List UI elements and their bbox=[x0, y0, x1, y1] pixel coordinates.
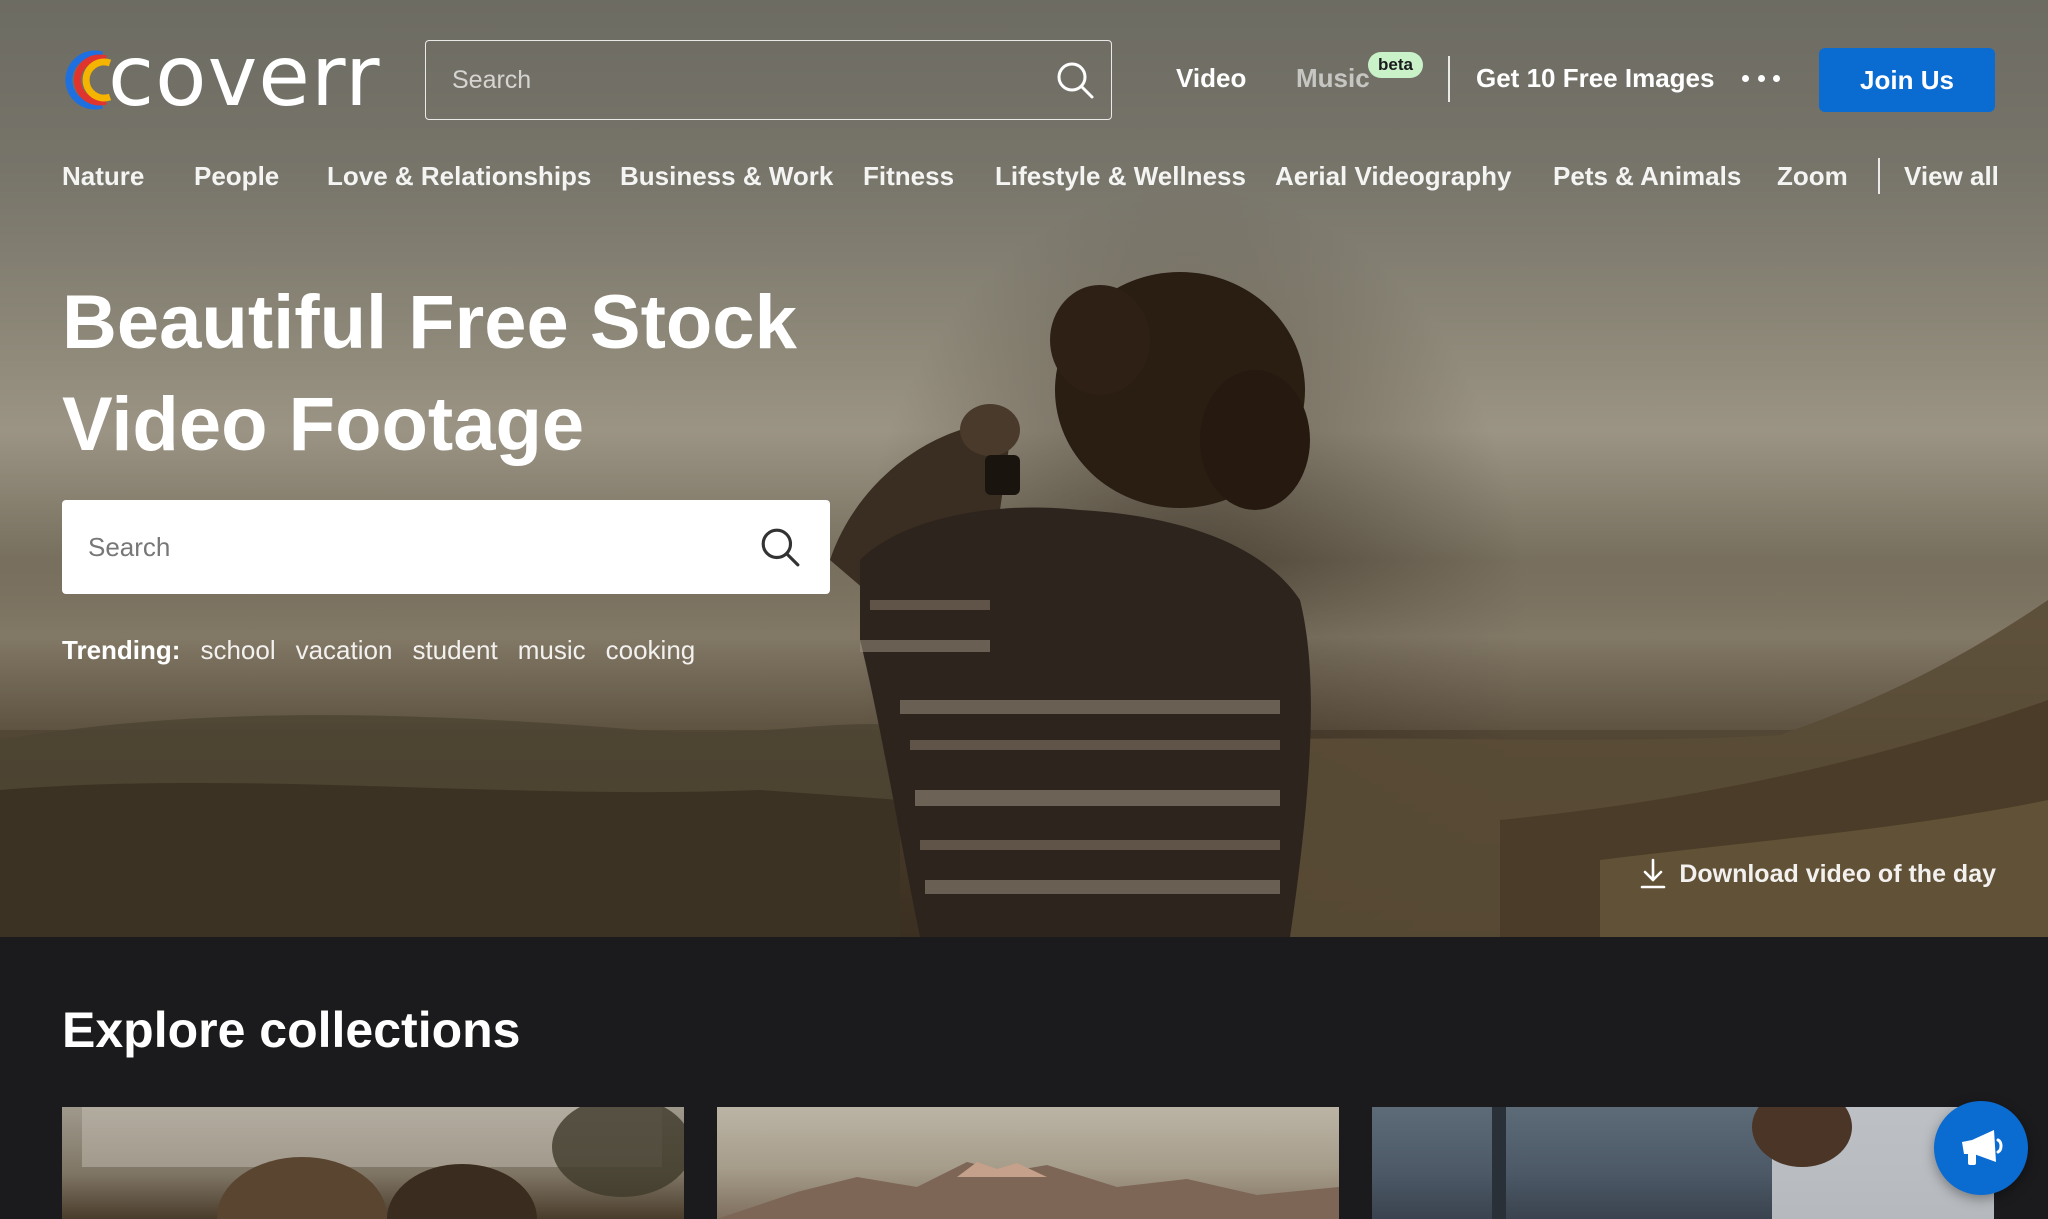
coverr-logo[interactable]: coverr bbox=[62, 34, 381, 120]
hero-title: Beautiful Free Stock Video Footage bbox=[62, 272, 797, 476]
trend-tag-student[interactable]: student bbox=[412, 632, 497, 668]
trending-label: Trending: bbox=[62, 635, 181, 665]
download-video-of-day[interactable]: Download video of the day bbox=[1639, 856, 1996, 892]
megaphone-icon bbox=[1962, 1130, 2003, 1165]
collection-thumbnail bbox=[717, 1162, 1339, 1219]
category-pets-animals[interactable]: Pets & Animals bbox=[1553, 158, 1741, 194]
category-nav: Nature People Love & Relationships Busin… bbox=[62, 158, 1999, 194]
search-icon bbox=[1057, 62, 1094, 99]
nav-divider bbox=[1448, 56, 1450, 102]
category-view-all[interactable]: View all bbox=[1904, 158, 1999, 194]
hero-search-input[interactable] bbox=[62, 531, 730, 563]
nav-music[interactable]: Music bbox=[1296, 60, 1370, 96]
hero-search-button[interactable] bbox=[730, 502, 830, 592]
collection-card[interactable] bbox=[717, 1107, 1339, 1219]
collection-card[interactable] bbox=[1372, 1107, 1994, 1219]
header-search bbox=[425, 40, 1112, 120]
join-us-button[interactable]: Join Us bbox=[1819, 48, 1995, 112]
collections-grid bbox=[62, 1107, 1996, 1219]
category-aerial-videography[interactable]: Aerial Videography bbox=[1275, 158, 1512, 194]
download-icon bbox=[1641, 858, 1666, 889]
hero-search bbox=[62, 500, 830, 594]
hero-title-line2: Video Footage bbox=[62, 382, 585, 467]
category-divider bbox=[1878, 158, 1880, 194]
hero-title-line1: Beautiful Free Stock bbox=[62, 280, 797, 365]
trend-tag-music[interactable]: music bbox=[518, 632, 586, 668]
explore-title: Explore collections bbox=[62, 1002, 521, 1058]
more-dots-icon[interactable] bbox=[1742, 60, 1780, 96]
collection-card[interactable] bbox=[62, 1107, 684, 1219]
category-lifestyle-wellness[interactable]: Lifestyle & Wellness bbox=[995, 158, 1246, 194]
nav-free-images[interactable]: Get 10 Free Images bbox=[1476, 60, 1714, 96]
logo-text: coverr bbox=[108, 27, 381, 125]
header-search-input[interactable] bbox=[426, 65, 1039, 95]
category-nature[interactable]: Nature bbox=[62, 158, 144, 194]
collection-thumbnail bbox=[82, 1107, 684, 1219]
trending-tags: Trending: school vacation student music … bbox=[62, 632, 715, 668]
category-business-work[interactable]: Business & Work bbox=[620, 158, 833, 194]
category-love-relationships[interactable]: Love & Relationships bbox=[327, 158, 591, 194]
nav-video[interactable]: Video bbox=[1176, 60, 1246, 96]
search-icon bbox=[761, 528, 800, 567]
trend-tag-school[interactable]: school bbox=[200, 632, 275, 668]
trend-tag-cooking[interactable]: cooking bbox=[606, 632, 696, 668]
category-zoom[interactable]: Zoom bbox=[1777, 158, 1848, 194]
announcement-button[interactable] bbox=[1934, 1101, 2028, 1195]
category-people[interactable]: People bbox=[194, 158, 279, 194]
trend-tag-vacation[interactable]: vacation bbox=[296, 632, 393, 668]
beta-badge: beta bbox=[1368, 52, 1423, 78]
coverr-logo-mark bbox=[65, 50, 112, 110]
header-search-button[interactable] bbox=[1039, 42, 1111, 118]
collection-thumbnail bbox=[1492, 1107, 1994, 1219]
category-fitness[interactable]: Fitness bbox=[863, 158, 954, 194]
download-label: Download video of the day bbox=[1679, 860, 1996, 888]
